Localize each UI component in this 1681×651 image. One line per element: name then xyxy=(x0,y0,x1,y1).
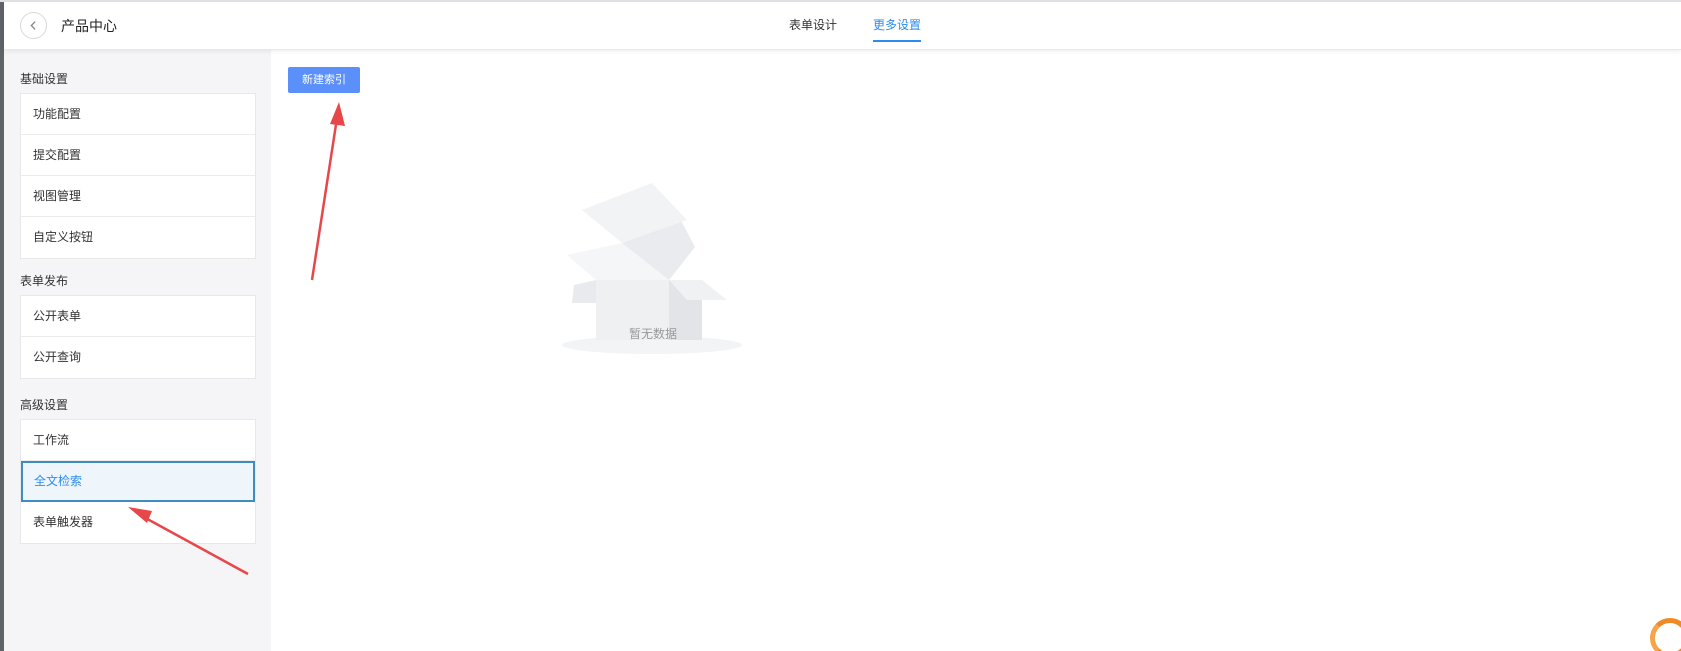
top-header: 产品中心 表单设计 更多设置 xyxy=(4,2,1681,50)
sidebar-item-form-trigger[interactable]: 表单触发器 xyxy=(21,502,255,543)
tab-form-design[interactable]: 表单设计 xyxy=(789,2,837,50)
group-basic: 功能配置 提交配置 视图管理 自定义按钮 xyxy=(20,93,256,259)
back-button[interactable] xyxy=(20,12,47,39)
group-title-advanced: 高级设置 xyxy=(20,398,69,412)
sidebar-item-custom-buttons[interactable]: 自定义按钮 xyxy=(21,217,255,258)
empty-box-icon xyxy=(562,183,742,354)
sidebar-item-full-text-search[interactable]: 全文检索 xyxy=(21,461,255,502)
group-advanced: 工作流 全文检索 表单触发器 xyxy=(20,419,256,544)
group-publish: 公开表单 公开查询 xyxy=(20,295,256,379)
sidebar-item-function-config[interactable]: 功能配置 xyxy=(21,94,255,135)
sidebar-item-submit-config[interactable]: 提交配置 xyxy=(21,135,255,176)
main-content: 新建索引 暂无数据 xyxy=(271,50,1681,651)
chevron-left-icon xyxy=(30,21,36,30)
settings-sidebar: 基础设置 功能配置 提交配置 视图管理 自定义按钮 表单发布 公开表单 公开查询… xyxy=(4,50,271,651)
header-tabs: 表单设计 更多设置 xyxy=(789,2,957,50)
group-title-basic: 基础设置 xyxy=(20,72,69,86)
group-title-publish: 表单发布 xyxy=(20,274,69,288)
sidebar-item-workflow[interactable]: 工作流 xyxy=(21,420,255,461)
tab-more-settings[interactable]: 更多设置 xyxy=(873,2,922,50)
sidebar-item-view-management[interactable]: 视图管理 xyxy=(21,176,255,217)
sidebar-item-public-query[interactable]: 公开查询 xyxy=(21,337,255,378)
app-title: 产品中心 xyxy=(61,19,117,35)
new-index-button[interactable]: 新建索引 xyxy=(288,67,360,93)
empty-state-text: 暂无数据 xyxy=(628,327,677,341)
app-window: 产品中心 表单设计 更多设置 基础设置 功能配置 提交配置 视图管理 自定义按钮… xyxy=(0,0,1681,651)
sidebar-item-public-form[interactable]: 公开表单 xyxy=(21,296,255,337)
